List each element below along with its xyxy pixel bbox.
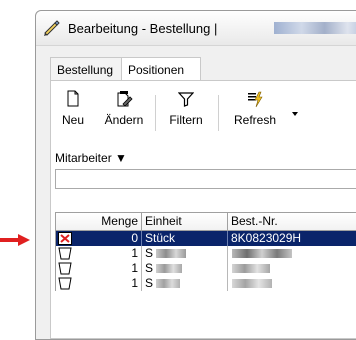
toolbar: Neu Ändern Filtern Refresh [51, 81, 356, 139]
redacted-text [232, 264, 270, 273]
column-header-einheit[interactable]: Einheit [142, 213, 228, 230]
employee-filter-label[interactable]: Mitarbeiter ▼ [55, 151, 127, 165]
edit-window: Bearbeitung - Bestellung | Bestellung Po… [35, 10, 356, 340]
redacted-text [232, 249, 292, 258]
redacted-text [232, 279, 272, 288]
cell-einheit: Stück [142, 231, 228, 246]
cell-einheit-text: S [145, 246, 154, 260]
title-bar[interactable]: Bearbeitung - Bestellung | [36, 11, 356, 46]
tab-bestellung[interactable]: Bestellung [50, 57, 122, 81]
filter-button[interactable]: Filtern [163, 89, 209, 137]
cell-menge: 1 [56, 246, 142, 261]
tab-positionen[interactable]: Positionen [121, 57, 201, 81]
edit-document-icon [117, 91, 133, 107]
refresh-button[interactable]: Refresh [227, 89, 283, 137]
cell-best-nr [228, 246, 356, 261]
pencil-icon [44, 20, 60, 36]
cell-einheit: S [142, 246, 228, 261]
cell-best-nr [228, 261, 356, 276]
edit-label: Ändern [104, 113, 144, 127]
cell-menge: 1 [56, 261, 142, 276]
cell-best-nr [228, 276, 356, 291]
redacted-text [156, 249, 186, 258]
toolbar-overflow-icon[interactable] [291, 111, 299, 117]
cell-best-nr: 8K0823029H [231, 231, 302, 245]
funnel-icon [178, 92, 194, 107]
cell-einheit-text: S [145, 261, 154, 275]
redacted-text [156, 264, 182, 273]
table-row[interactable]: 1 S [55, 261, 356, 276]
column-header-menge[interactable]: Menge [56, 213, 142, 230]
table-row[interactable]: 0 Stück 8K0823029H [55, 231, 356, 246]
redacted-text [156, 279, 180, 288]
new-label: Neu [61, 113, 84, 127]
cell-menge: 0 [56, 231, 142, 246]
cell-einheit: S [142, 261, 228, 276]
toolbar-divider [155, 95, 156, 131]
employee-filter-input[interactable] [55, 169, 356, 189]
column-header-best-nr[interactable]: Best.-Nr. [228, 213, 356, 230]
toolbar-divider [218, 95, 219, 131]
cell-einheit-text: S [145, 276, 154, 290]
refresh-label: Refresh [233, 113, 277, 127]
refresh-bolt-icon [248, 91, 263, 108]
new-button[interactable]: Neu [55, 89, 91, 137]
pointer-arrow-icon [0, 234, 30, 246]
title-redacted [274, 22, 356, 34]
grid-header: Menge Einheit Best.-Nr. [55, 212, 356, 231]
table-row[interactable]: 1 S [55, 246, 356, 261]
positions-pane: Neu Ändern Filtern Refresh Mitarbeiter ▼… [50, 80, 356, 339]
window-title: Bearbeitung - Bestellung | [68, 21, 218, 36]
cell-einheit: S [142, 276, 228, 291]
table-row[interactable]: 1 S [55, 276, 356, 291]
new-document-icon [67, 90, 79, 107]
edit-button[interactable]: Ändern [101, 89, 147, 137]
filter-label: Filtern [169, 113, 203, 127]
cell-menge: 1 [56, 276, 142, 291]
